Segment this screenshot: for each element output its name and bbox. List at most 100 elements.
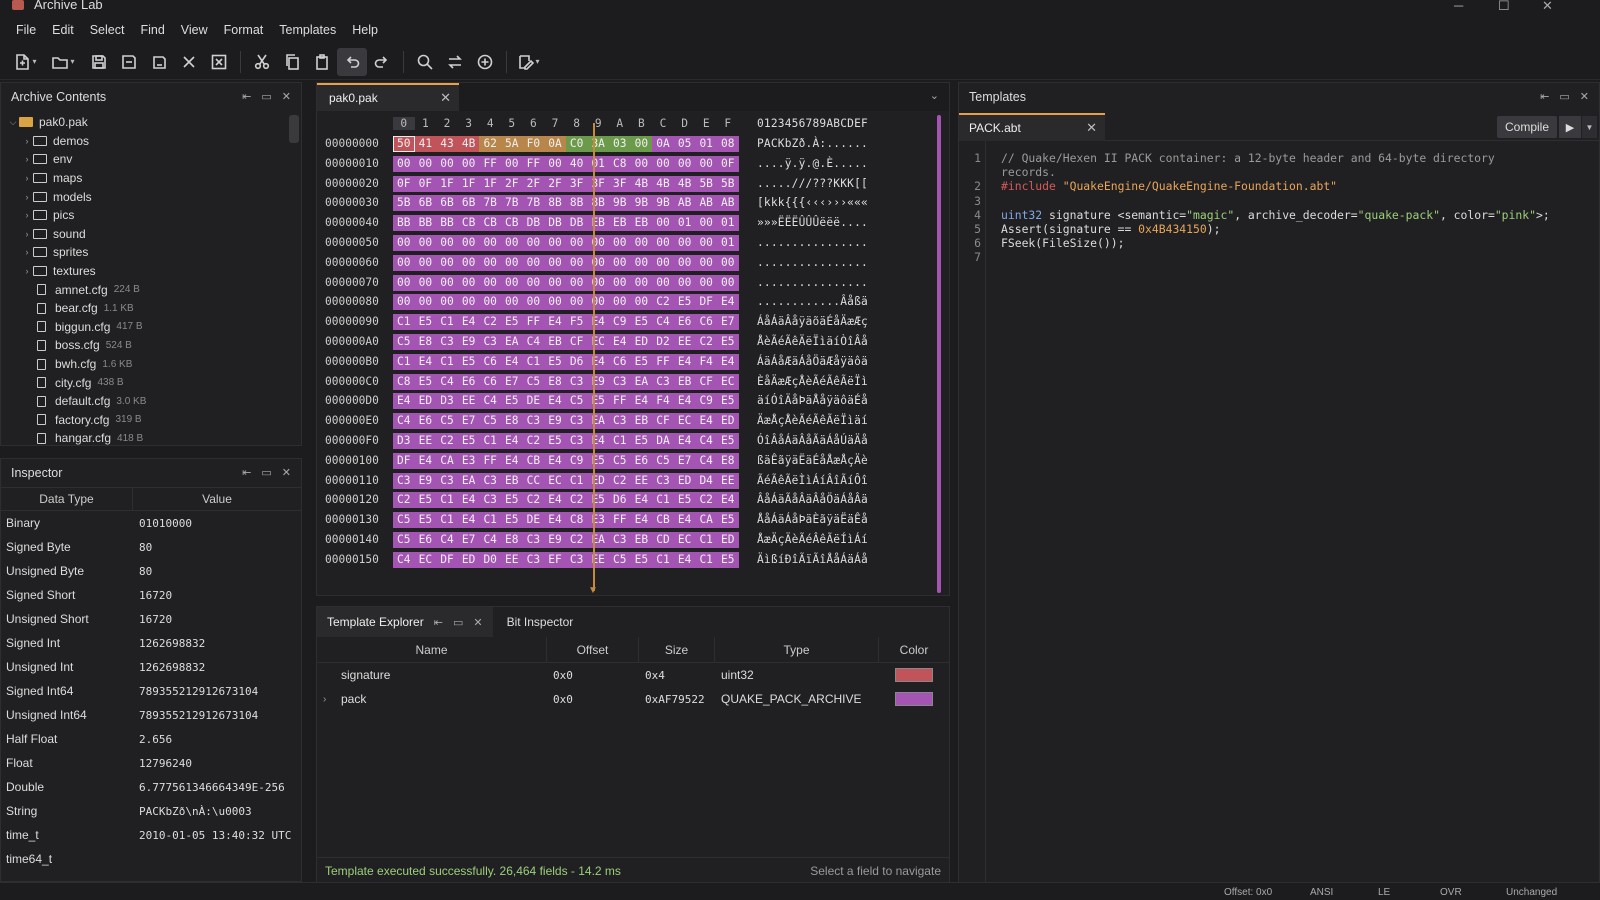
hex-byte[interactable]: C5 (565, 393, 588, 410)
hex-byte[interactable]: D0 (479, 551, 501, 568)
hex-byte[interactable]: E5 (717, 433, 739, 449)
hex-byte[interactable]: 01 (717, 215, 739, 232)
hex-byte[interactable]: 00 (457, 155, 480, 172)
hex-byte[interactable]: C5 (522, 373, 545, 390)
color-swatch[interactable] (895, 692, 933, 706)
hex-byte[interactable]: E4 (587, 353, 609, 370)
hex-byte[interactable]: DE (522, 512, 545, 529)
hex-byte[interactable]: E9 (587, 373, 609, 390)
hex-byte[interactable]: C1 (652, 492, 674, 509)
run-options-chevron-down-icon[interactable]: ▼ (1582, 116, 1597, 138)
hex-byte[interactable]: 3A (587, 136, 609, 152)
hex-byte[interactable]: CB (522, 452, 545, 469)
hex-byte[interactable]: 00 (652, 155, 674, 172)
hex-byte[interactable]: 00 (630, 254, 653, 271)
hex-byte[interactable]: EB (544, 334, 566, 350)
inspector-row[interactable]: Signed Byte 80 (1, 535, 301, 559)
tree-file[interactable]: default.cfg 3.0 KB (1, 392, 301, 411)
expand-icon[interactable]: › (21, 247, 33, 257)
hex-byte[interactable]: ED (457, 551, 480, 568)
hex-byte[interactable]: E5 (544, 353, 566, 370)
tree-folder[interactable]: › models (1, 187, 301, 206)
hex-byte[interactable]: E6 (414, 532, 437, 548)
expand-icon[interactable]: › (21, 266, 33, 276)
hex-byte[interactable]: C6 (695, 314, 717, 331)
hex-byte[interactable]: EB (630, 215, 653, 232)
hex-byte[interactable]: 9B (609, 195, 631, 212)
hex-byte[interactable]: 00 (544, 155, 566, 172)
hex-byte[interactable]: 00 (695, 254, 717, 271)
hex-byte[interactable]: E8 (544, 373, 566, 390)
hex-byte[interactable]: 00 (609, 274, 631, 291)
hex-byte[interactable]: EA (630, 373, 653, 390)
hex-byte[interactable]: E5 (673, 492, 696, 509)
hex-byte[interactable]: 6B (436, 195, 458, 212)
hex-byte[interactable]: 00 (479, 294, 501, 311)
hex-byte[interactable]: 1F (479, 175, 501, 192)
hex-byte[interactable]: E4 (673, 512, 696, 529)
hex-byte[interactable]: C4 (479, 532, 501, 548)
hex-byte[interactable]: 00 (673, 254, 696, 271)
hex-byte[interactable]: 00 (609, 294, 631, 311)
hex-byte[interactable]: E7 (457, 413, 480, 430)
hex-byte[interactable]: 00 (717, 254, 739, 271)
inspector-row[interactable]: Unsigned Int 1262698832 (1, 655, 301, 679)
hex-byte[interactable]: C5 (393, 334, 415, 350)
hex-byte[interactable]: DE (522, 393, 545, 410)
hex-byte[interactable]: E4 (609, 334, 631, 350)
hex-byte[interactable]: E5 (630, 551, 653, 568)
hex-byte[interactable]: 5A (501, 136, 523, 152)
hex-byte[interactable]: C3 (522, 532, 545, 548)
maximize-icon[interactable]: ☐ (1498, 0, 1510, 14)
hex-byte[interactable]: 00 (393, 155, 415, 172)
hex-byte[interactable]: ED (630, 334, 653, 350)
hex-byte[interactable]: 00 (630, 136, 653, 152)
hex-byte[interactable]: C9 (695, 393, 717, 410)
inspector-row[interactable]: Unsigned Int64 789355212912673104 (1, 703, 301, 727)
close-all-icon[interactable] (204, 48, 234, 76)
hex-byte[interactable]: EA (587, 532, 609, 548)
hex-byte[interactable]: E4 (544, 452, 566, 469)
hex-byte[interactable]: C3 (652, 373, 674, 390)
template-run-icon[interactable]: ▾ (513, 48, 543, 76)
save-as-icon[interactable] (114, 48, 144, 76)
hex-byte[interactable]: E7 (501, 373, 523, 390)
hex-byte[interactable]: C1 (695, 551, 717, 568)
hex-byte[interactable]: DF (436, 551, 458, 568)
hex-byte[interactable]: E8 (717, 452, 739, 469)
hex-byte[interactable]: C1 (522, 353, 545, 370)
tree-folder[interactable]: › env (1, 150, 301, 169)
hex-byte[interactable]: 0F (414, 175, 437, 192)
hex-byte[interactable]: EA (457, 472, 480, 489)
float-icon[interactable]: ▭ (261, 90, 271, 103)
hex-byte[interactable]: C3 (479, 334, 501, 350)
hex-byte[interactable]: E5 (501, 512, 523, 529)
hex-byte[interactable]: D3 (393, 433, 415, 449)
hex-byte[interactable]: 43 (436, 136, 458, 152)
hex-byte[interactable]: C5 (393, 512, 415, 529)
hex-byte[interactable]: EE (457, 393, 480, 410)
tab-list-chevron-down-icon[interactable]: ⌄ (930, 89, 939, 102)
tree-file[interactable]: hangar.cfg 418 B (1, 429, 301, 445)
hex-byte[interactable]: C3 (522, 551, 545, 568)
hex-byte[interactable]: F4 (652, 393, 674, 410)
menu-select[interactable]: Select (82, 23, 133, 37)
hex-byte[interactable]: 3F (565, 175, 588, 192)
hex-byte[interactable]: EE (501, 551, 523, 568)
hex-byte[interactable]: 00 (436, 274, 458, 291)
expand-icon[interactable]: › (21, 210, 33, 220)
hex-byte[interactable]: EE (587, 551, 609, 568)
hex-byte[interactable]: EE (717, 472, 739, 489)
hex-byte[interactable]: E6 (414, 413, 437, 430)
hex-byte[interactable]: CB (501, 215, 523, 232)
float-icon[interactable]: ▭ (261, 466, 271, 479)
hex-byte[interactable]: E5 (630, 433, 653, 449)
hex-byte[interactable]: C4 (436, 373, 458, 390)
close-panel-icon[interactable]: ✕ (282, 466, 291, 479)
hex-byte[interactable]: E5 (587, 452, 609, 469)
hex-byte[interactable]: 00 (652, 274, 674, 291)
hex-byte[interactable]: C6 (479, 353, 501, 370)
hex-byte[interactable]: 5B (717, 175, 739, 192)
hex-byte[interactable]: 00 (652, 254, 674, 271)
tab-template-explorer[interactable]: Template Explorer ⇤ ▭ ✕ (317, 607, 493, 637)
